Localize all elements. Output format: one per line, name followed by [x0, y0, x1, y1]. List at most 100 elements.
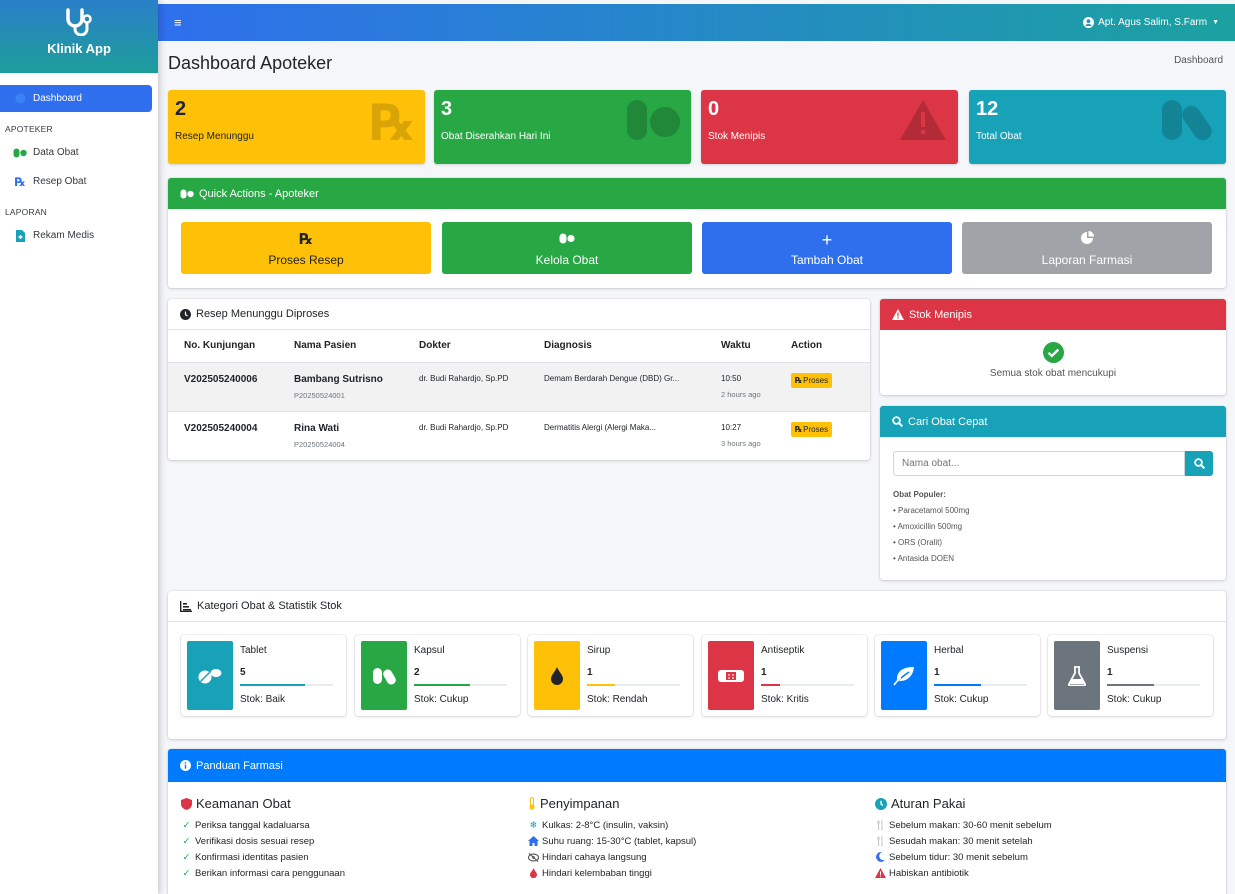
sidebar-section-apoteker: APOTEKER [5, 124, 53, 134]
doctor: dr. Budi Rahardjo, Sp.PD [403, 411, 528, 460]
prescription-icon: ℞ [14, 174, 26, 189]
stock-bar [414, 684, 507, 686]
category-icon-bg [708, 641, 754, 710]
search-input[interactable] [893, 451, 1185, 476]
thermometer-icon [528, 797, 536, 810]
sidebar-nav: Dashboard APOTEKER Data Obat ℞ Resep Oba… [0, 73, 158, 249]
menu-toggle-icon[interactable]: ≡ [174, 15, 182, 30]
time-ago: 2 hours ago [721, 389, 761, 399]
diagnosis: Dermatitis Alergi (Alergi Maka... [528, 411, 705, 460]
category-box-herbal[interactable]: Herbal 1 Stok: Cukup [875, 635, 1040, 716]
category-count: 1 [587, 667, 593, 678]
popular-item[interactable]: • Paracetamol 500mg [893, 506, 970, 522]
brand-name: Klinik App [47, 41, 111, 56]
stok-message: Semua stok obat mencukupi [989, 368, 1117, 379]
file-medical-icon [12, 229, 28, 242]
category-status: Stok: Cukup [414, 694, 469, 705]
col-header: Action [775, 330, 870, 363]
sidebar-item-resep-obat[interactable]: ℞ Resep Obat [0, 168, 152, 195]
category-name: Tablet [240, 645, 267, 656]
table-row[interactable]: V202505240004 Rina Wati P20250524004 dr. … [168, 411, 870, 460]
snowflake-icon: ❄ [529, 819, 538, 831]
button-label: Proses Resep [268, 253, 344, 267]
home-icon [528, 836, 539, 846]
category-icon-bg [187, 641, 233, 710]
category-count: 2 [414, 667, 420, 678]
popular-item[interactable]: • Antasida DOEN [893, 554, 970, 570]
stat-stok-menipis[interactable]: 0 Stok Menipis [701, 90, 958, 164]
kategori-card: Kategori Obat & Statistik Stok Tablet 5 … [168, 591, 1226, 739]
pills-icon [12, 148, 28, 158]
sidebar-item-label: Dashboard [33, 93, 82, 104]
brand[interactable]: Klinik App [0, 0, 158, 73]
category-box-kapsul[interactable]: Kapsul 2 Stok: Cukup [355, 635, 520, 716]
card-title: Quick Actions - Apoteker [199, 187, 319, 200]
flask-icon [1068, 665, 1086, 686]
button-label: Kelola Obat [535, 253, 599, 267]
guide-title: Aturan Pakai [891, 796, 966, 811]
sidebar-section-laporan: LAPORAN [5, 207, 48, 217]
search-icon [1193, 458, 1205, 469]
warning-triangle-icon [900, 100, 946, 140]
sidebar-item-label: Resep Obat [33, 176, 87, 187]
card-header: Stok Menipis [880, 299, 1226, 330]
card-title: Panduan Farmasi [196, 759, 283, 772]
diagnosis: Demam Berdarah Dengue (DBD) Gr... [528, 362, 705, 412]
table-row[interactable]: V202505240006 Bambang Sutrisno P202505240… [168, 362, 870, 412]
sidebar-item-dashboard[interactable]: Dashboard [0, 85, 152, 112]
patient-name: Rina Wati [294, 422, 340, 434]
stock-bar [1107, 684, 1200, 686]
category-icon-bg [1054, 641, 1100, 710]
sidebar-item-data-obat[interactable]: Data Obat [0, 139, 152, 166]
check-icon: ✓ [182, 851, 191, 863]
guide-item: Periksa tanggal kadaluarsa [195, 819, 310, 831]
pills-icon [180, 189, 194, 199]
category-count: 5 [240, 667, 246, 678]
category-box-antiseptik[interactable]: Antiseptik 1 Stok: Kritis [702, 635, 867, 716]
tambah-obat-button[interactable]: + Tambah Obat [702, 222, 952, 274]
sidebar-item-rekam-medis[interactable]: Rekam Medis [0, 222, 152, 249]
card-header: Quick Actions - Apoteker [168, 178, 1226, 209]
category-icon-bg [361, 641, 407, 710]
time: 10:27 [721, 422, 742, 432]
stat-obat-diserahkan[interactable]: 3 Obat Diserahkan Hari Ini [434, 90, 691, 164]
stat-total-obat[interactable]: 12 Total Obat [969, 90, 1226, 164]
prescription-icon: ℞ [370, 95, 415, 151]
proses-button[interactable]: ℞ Proses [791, 372, 833, 388]
doctor: dr. Budi Rahardjo, Sp.PD [403, 362, 528, 412]
category-box-suspensi[interactable]: Suspensi 1 Stok: Cukup [1048, 635, 1213, 716]
guide-item: Habiskan antibiotik [889, 867, 969, 879]
col-header: Nama Pasien [278, 330, 403, 363]
patient-id: P20250524004 [294, 439, 345, 449]
info-circle-icon [180, 760, 191, 771]
category-status: Stok: Baik [240, 694, 286, 705]
breadcrumb[interactable]: Dashboard [1174, 55, 1223, 66]
laporan-farmasi-button[interactable]: Laporan Farmasi [962, 222, 1212, 274]
card-title: Cari Obat Cepat [908, 415, 988, 428]
sidebar-item-label: Rekam Medis [33, 230, 95, 241]
stock-bar [761, 684, 854, 686]
proses-button[interactable]: ℞ Proses [791, 421, 833, 437]
search-button[interactable] [1185, 451, 1213, 476]
user-menu[interactable]: Apt. Agus Salim, S.Farm ▼ [1083, 17, 1219, 28]
stat-resep-menunggu[interactable]: 2 Resep Menunggu ℞ [168, 90, 425, 164]
table-header-row: No. Kunjungan Nama Pasien Dokter Diagnos… [168, 330, 870, 363]
category-status: Stok: Kritis [761, 694, 809, 705]
tablets-icon [198, 668, 222, 683]
category-status: Stok: Cukup [934, 694, 989, 705]
popular-item[interactable]: • ORS (Oralit) [893, 538, 970, 554]
user-circle-icon [1083, 17, 1095, 28]
patient-id: P20250524001 [294, 390, 345, 400]
proses-resep-button[interactable]: ℞ Proses Resep [181, 222, 431, 274]
topbar: ≡ Apt. Agus Salim, S.Farm ▼ [158, 4, 1235, 41]
category-box-sirup[interactable]: Sirup 1 Stok: Rendah [528, 635, 693, 716]
popular-item[interactable]: • Amoxicillin 500mg [893, 522, 970, 538]
category-name: Antiseptik [761, 645, 805, 656]
visit-number: V202505240004 [184, 422, 258, 434]
capsules-icon [373, 667, 396, 685]
capsules-icon [1162, 100, 1212, 141]
category-box-tablet[interactable]: Tablet 5 Stok: Baik [181, 635, 346, 716]
utensils-icon: 🍴 [874, 819, 887, 831]
card-header: Cari Obat Cepat [880, 406, 1226, 437]
kelola-obat-button[interactable]: Kelola Obat [442, 222, 692, 274]
